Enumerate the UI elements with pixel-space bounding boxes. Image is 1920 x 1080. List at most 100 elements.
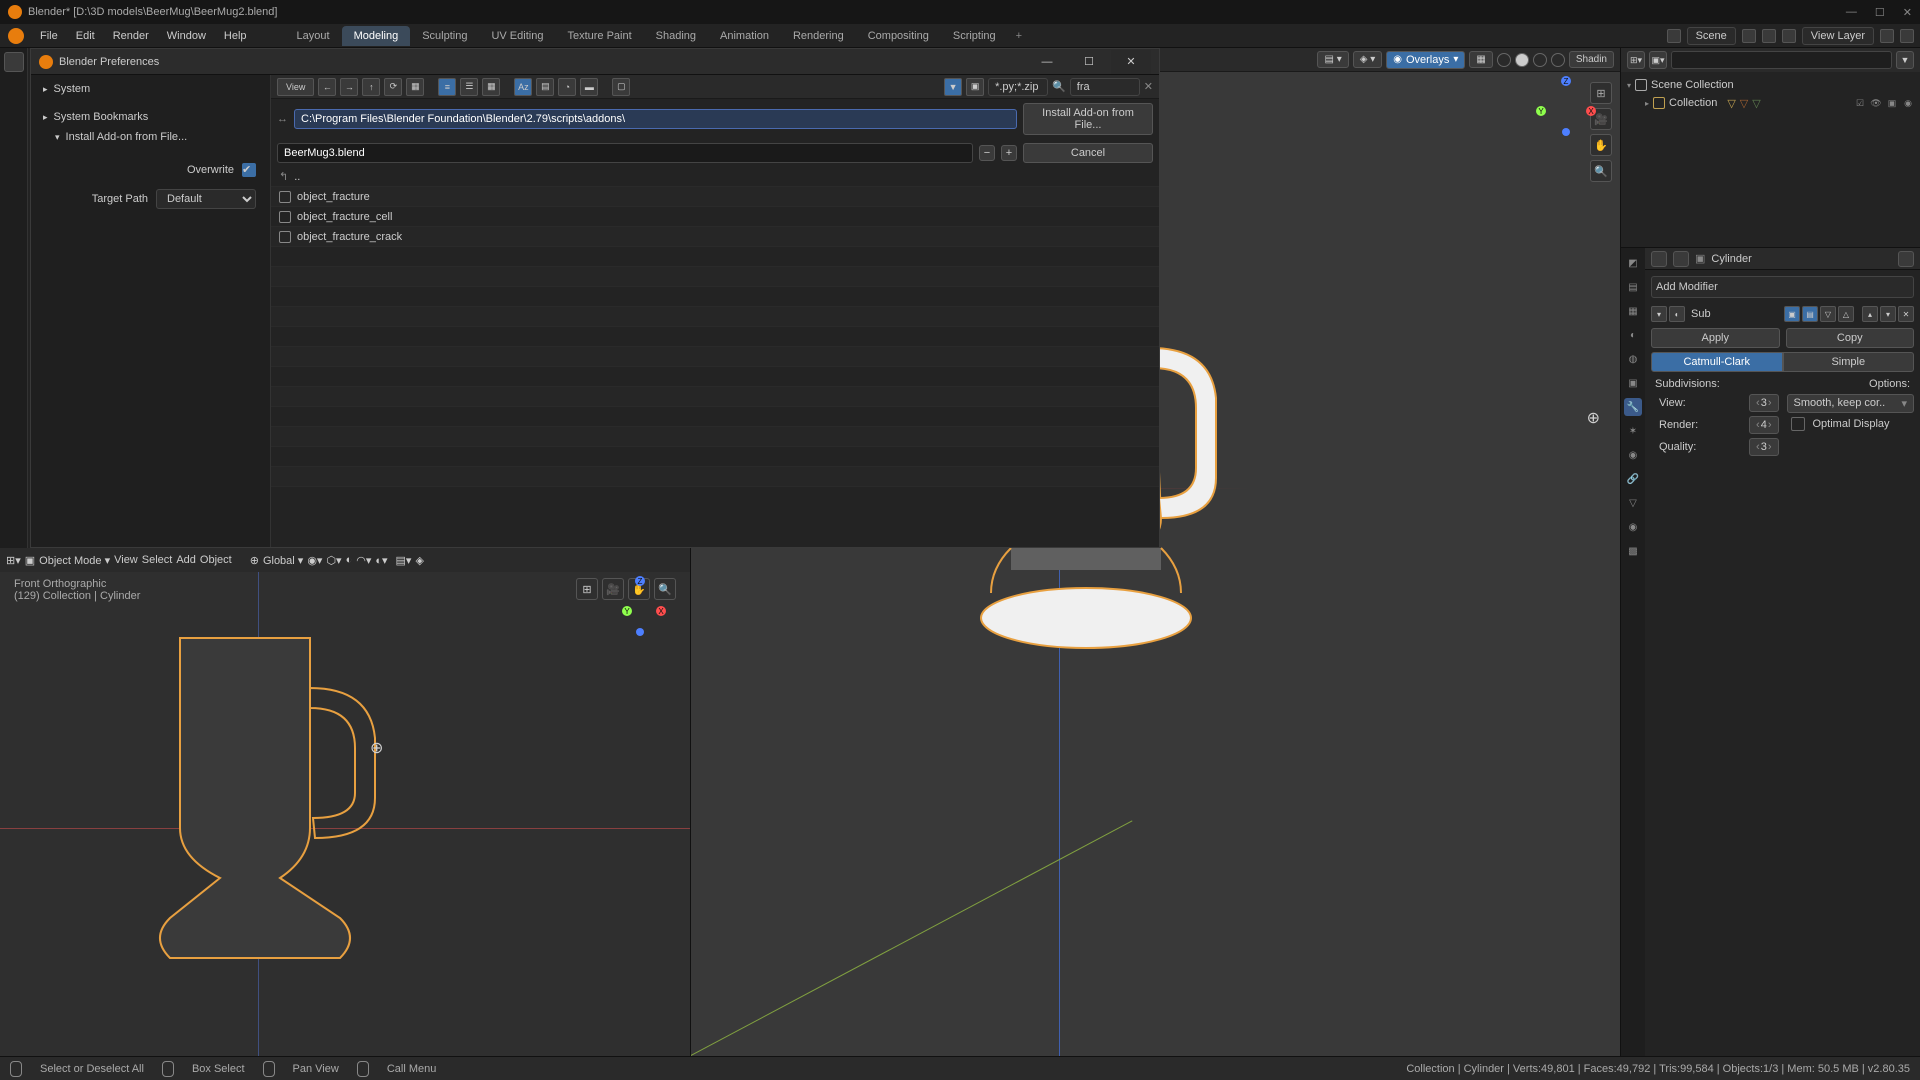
gizmo-options-icon[interactable]: ▤ ▾ (1317, 51, 1348, 68)
filter-search[interactable] (1070, 78, 1140, 96)
uv-smooth-select[interactable]: Smooth, keep cor..▾ (1787, 394, 1915, 413)
filename-plus[interactable]: + (1001, 145, 1017, 161)
modifier-movedown-icon[interactable]: ▾ (1880, 306, 1896, 322)
modifier-apply-button[interactable]: Apply (1651, 328, 1780, 348)
shading-render-icon[interactable] (1551, 53, 1565, 67)
blender-icon[interactable] (8, 28, 24, 44)
prefs-close[interactable]: ✕ (1111, 50, 1151, 74)
proptab-object-icon[interactable]: ▣ (1624, 374, 1642, 392)
tab-modeling[interactable]: Modeling (342, 26, 411, 46)
proptab-render-icon[interactable]: ◩ (1624, 254, 1642, 272)
proptab-modifier-icon[interactable]: 🔧 (1624, 398, 1642, 416)
prefs-minimize[interactable]: — (1027, 50, 1067, 74)
outliner-filter-icon[interactable]: ▼ (1896, 51, 1914, 69)
viewlayer-icon[interactable] (1782, 29, 1796, 43)
modifier-cage-icon[interactable]: △ (1838, 306, 1854, 322)
orientation-select[interactable]: Global ▾ (263, 554, 303, 567)
snap-icon-2[interactable]: ⬡▾ (326, 554, 341, 567)
tab-shading[interactable]: Shading (644, 26, 708, 46)
props-breadcrumb[interactable]: Cylinder (1711, 253, 1751, 265)
vl-grid-icon[interactable]: ⊞ (576, 578, 598, 600)
vl-camera-icon[interactable]: ◈ (415, 554, 423, 567)
filter-funnel-icon[interactable]: ▼ (944, 78, 962, 96)
sidebar-bookmarks[interactable]: ▸System Bookmarks (37, 107, 264, 127)
tab-uv-editing[interactable]: UV Editing (479, 26, 555, 46)
modifier-name[interactable]: Sub (1687, 308, 1782, 320)
proptab-output-icon[interactable]: ▤ (1624, 278, 1642, 296)
menu-help[interactable]: Help (216, 27, 255, 45)
menu-edit[interactable]: Edit (68, 27, 103, 45)
tab-texture-paint[interactable]: Texture Paint (555, 26, 643, 46)
interaction-mode-icon[interactable]: ▣ (25, 554, 35, 567)
props-pin-icon[interactable] (1673, 251, 1689, 267)
tab-scripting[interactable]: Scripting (941, 26, 1008, 46)
toolbar-collapse[interactable] (4, 52, 24, 72)
modifier-render-vis-icon[interactable]: ▣ (1784, 306, 1800, 322)
subdiv-simple-option[interactable]: Simple (1783, 352, 1915, 372)
add-modifier-dropdown[interactable]: Add Modifier (1651, 276, 1914, 298)
prop-edit-icon-2[interactable]: ◐ (346, 554, 353, 566)
menu-file[interactable]: File (32, 27, 66, 45)
proptab-particles-icon[interactable]: ✶ (1624, 422, 1642, 440)
disable-icon[interactable]: ◉ (1902, 97, 1914, 109)
display-list-short-icon[interactable]: ≡ (438, 78, 456, 96)
subdiv-catmull-option[interactable]: Catmull-Clark (1651, 352, 1783, 372)
sort-alpha-icon[interactable]: Aᴢ (514, 78, 532, 96)
search-clear-icon[interactable]: ✕ (1144, 80, 1153, 93)
overwrite-checkbox[interactable]: ✔ (242, 163, 256, 177)
vl-select[interactable]: Select (142, 554, 173, 566)
view-menu[interactable]: View (277, 78, 314, 96)
props-editor-icon[interactable] (1651, 251, 1667, 267)
vl-object[interactable]: Object (200, 554, 232, 566)
targetpath-select[interactable]: Default (156, 189, 256, 209)
editor-type-icon[interactable]: ⊞▾ (6, 554, 21, 567)
filter-ext[interactable]: *.py;*.zip (988, 78, 1048, 96)
prop-conn-icon[interactable]: ◐▾ (375, 554, 387, 567)
display-thumb-icon[interactable]: ▦ (482, 78, 500, 96)
outliner-search[interactable] (1671, 51, 1892, 69)
proptab-material-icon[interactable]: ◉ (1624, 518, 1642, 536)
mode-select[interactable]: Object Mode ▾ (39, 554, 110, 567)
shading-lookdev-icon[interactable] (1533, 53, 1547, 67)
modifier-editmode-icon[interactable]: ▽ (1820, 306, 1836, 322)
vl-view[interactable]: View (114, 554, 138, 566)
outliner-mode-icon[interactable]: ▣▾ (1649, 51, 1667, 69)
prop-falloff-icon[interactable]: ◠▾ (356, 554, 371, 567)
xray-toggle-icon[interactable]: ▦ (1469, 51, 1492, 68)
filepath-input[interactable] (294, 109, 1017, 129)
proptab-constraints-icon[interactable]: 🔗 (1624, 470, 1642, 488)
props-pin2-icon[interactable] (1898, 251, 1914, 267)
shading-solid-icon[interactable] (1515, 53, 1529, 67)
tab-layout[interactable]: Layout (285, 26, 342, 46)
orientation-icon[interactable]: ⊕ (250, 554, 259, 567)
sidebar-system[interactable]: ▸System (37, 79, 264, 99)
proptab-mesh-icon[interactable]: ▽ (1624, 494, 1642, 512)
modifier-delete-icon[interactable]: ✕ (1898, 306, 1914, 322)
nav-newfolder-icon[interactable]: ▦ (406, 78, 424, 96)
proptab-viewlayer-icon[interactable]: ▦ (1624, 302, 1642, 320)
nav-up-icon[interactable]: ↑ (362, 78, 380, 96)
modifier-copy-button[interactable]: Copy (1786, 328, 1915, 348)
render-subdivision-field[interactable]: ‹4› (1749, 416, 1779, 434)
modifier-realtime-vis-icon[interactable]: ▤ (1802, 306, 1818, 322)
viewlayer-new[interactable] (1880, 29, 1894, 43)
nav-refresh-icon[interactable]: ⟳ (384, 78, 402, 96)
window-minimize[interactable]: — (1846, 6, 1857, 19)
view-pan-icon[interactable]: ✋ (1590, 134, 1612, 156)
filter-folder-icon[interactable]: ▣ (966, 78, 984, 96)
menu-render[interactable]: Render (105, 27, 157, 45)
prefs-maximize[interactable]: ☐ (1069, 50, 1109, 74)
tab-animation[interactable]: Animation (708, 26, 781, 46)
mug-ortho-object[interactable] (140, 618, 420, 998)
tab-compositing[interactable]: Compositing (856, 26, 941, 46)
file-row-parent[interactable]: ↰.. (271, 167, 1159, 187)
view-zoom-icon[interactable]: 🔍 (1590, 160, 1612, 182)
restrict-view-icon[interactable]: 👁 (1870, 97, 1882, 109)
sort-time-icon[interactable]: ◔ (558, 78, 576, 96)
menu-window[interactable]: Window (159, 27, 214, 45)
viewlayer-delete[interactable] (1900, 29, 1914, 43)
quality-field[interactable]: ‹3› (1749, 438, 1779, 456)
view-subdivision-field[interactable]: ‹3› (1749, 394, 1779, 412)
orbit-gizmo[interactable]: ZXY (1536, 76, 1596, 136)
outliner-collection[interactable]: ▸ Collection ▽▽▽ ☑ 👁 ▣ ◉ (1627, 94, 1914, 112)
